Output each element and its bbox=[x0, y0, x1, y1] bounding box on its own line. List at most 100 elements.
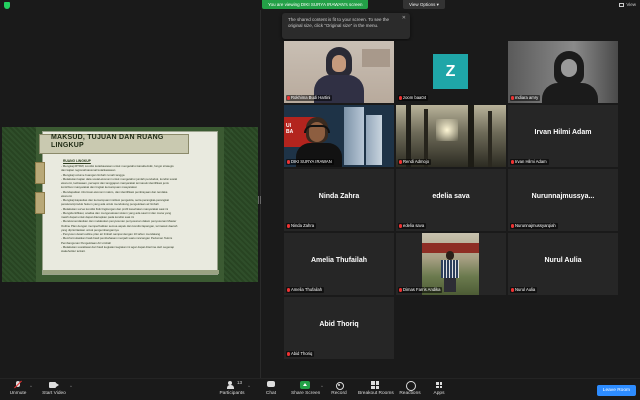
breakout-rooms-icon bbox=[369, 381, 381, 389]
participant-tile[interactable]: Abid Thoriq Abid Thoriq bbox=[284, 297, 394, 359]
video-feed bbox=[396, 105, 506, 167]
reactions-label: Reactions bbox=[399, 391, 421, 396]
muted-mic-icon bbox=[399, 95, 402, 100]
participant-name: DIKI SURYA IRAWAN bbox=[291, 159, 332, 164]
participants-icon: 13 bbox=[226, 380, 242, 389]
video-options-caret[interactable]: ^ bbox=[70, 384, 72, 389]
audio-options-caret[interactable]: ^ bbox=[30, 384, 32, 389]
start-video-button[interactable]: Start Video bbox=[40, 381, 68, 399]
slide-title: MAKSUD, TUJUAN DAN RUANG LINGKUP bbox=[51, 134, 164, 149]
unmute-button[interactable]: Unmute bbox=[6, 381, 30, 399]
participant-display-name: Abid Thoriq bbox=[319, 321, 359, 328]
apps-icon bbox=[433, 381, 445, 389]
slide-page: MAKSUD, TUJUAN DAN RUANG LINGKUP RUANG L… bbox=[35, 131, 219, 275]
participant-tile[interactable]: UI BA DIKI SURYA IRAWAN bbox=[284, 105, 394, 167]
participant-tile[interactable]: Rendi Admojo bbox=[396, 105, 506, 167]
slide-body: - Mengkaji RTRW, kondisi kota/kawasan un… bbox=[61, 164, 213, 253]
record-button[interactable]: Record bbox=[330, 381, 348, 399]
participant-name-label: Dimas Farris Andika bbox=[398, 287, 443, 293]
participant-name-label: DIKI SURYA IRAWAN bbox=[286, 159, 334, 165]
divider-grip-icon[interactable] bbox=[258, 196, 263, 204]
share-screen-button[interactable]: Share Screen bbox=[291, 381, 320, 399]
muted-mic-icon bbox=[399, 223, 402, 228]
participant-name: edelia sava bbox=[403, 223, 425, 228]
muted-mic-icon bbox=[287, 223, 290, 228]
slide-subtitle: RUANG LINGKUP bbox=[63, 159, 91, 163]
muted-mic-icon bbox=[511, 95, 514, 100]
reactions-icon bbox=[404, 381, 416, 391]
chat-button[interactable]: Chat bbox=[264, 381, 278, 399]
record-label: Record bbox=[331, 391, 347, 396]
slide-body-line: stakeholder terkait. bbox=[61, 249, 86, 253]
participant-tile[interactable]: Irvan Hilmi Adam Irvan Hilmi Adam bbox=[508, 105, 618, 167]
view-options-button[interactable]: View Options ▾ bbox=[403, 0, 445, 9]
participant-name: zoom baa04 bbox=[403, 95, 427, 100]
participant-name: Dimas Farris Andika bbox=[403, 287, 441, 292]
apps-label: Apps bbox=[433, 391, 445, 396]
participant-tile[interactable]: Dimas Farris Andika bbox=[396, 233, 506, 295]
meeting-toolbar: Unmute ^ Start Video ^ 13 Participants ^… bbox=[0, 378, 640, 400]
breakout-rooms-label: Breakout Rooms bbox=[358, 391, 394, 396]
participant-tile[interactable]: mdiara amry bbox=[508, 41, 618, 103]
leave-room-button[interactable]: Leave Room bbox=[596, 385, 636, 396]
participant-name-label: Rokhima Budi Hartini bbox=[286, 95, 333, 101]
share-options-caret[interactable]: ^ bbox=[321, 384, 323, 389]
grid-view-icon bbox=[619, 2, 625, 7]
muted-mic-icon bbox=[511, 223, 514, 228]
video-camera-icon bbox=[48, 381, 60, 389]
muted-mic-icon bbox=[287, 95, 290, 100]
participant-name: Ninda Zahra bbox=[291, 223, 315, 228]
tooltip-text: The shared content is fit to your screen… bbox=[288, 17, 389, 28]
chat-label: Chat bbox=[265, 391, 277, 396]
participant-tile[interactable]: Zzoom baa04 bbox=[396, 41, 506, 103]
participant-name-label: zoom baa04 bbox=[398, 95, 429, 101]
participants-button[interactable]: 13 Participants bbox=[218, 380, 246, 399]
participant-name-label: edelia sava bbox=[398, 223, 427, 229]
muted-mic-icon bbox=[287, 351, 290, 356]
breakout-rooms-button[interactable]: Breakout Rooms bbox=[358, 381, 394, 399]
participant-name-label: Irvan Hilmi Adam bbox=[510, 159, 549, 165]
video-feed: UI BA bbox=[284, 105, 394, 167]
participant-display-name: Nurunnajmussya... bbox=[531, 193, 595, 200]
participant-display-name: edelia sava bbox=[432, 193, 470, 200]
slide-side-tab bbox=[35, 192, 45, 214]
participant-display-name: Irvan Hilmi Adam bbox=[534, 129, 592, 136]
participant-name: Irvan Hilmi Adam bbox=[515, 159, 547, 164]
participant-name: Nurunnajmussyarqiah bbox=[515, 223, 556, 228]
shared-screen-area: MAKSUD, TUJUAN DAN RUANG LINGKUP RUANG L… bbox=[0, 10, 260, 378]
view-label: View bbox=[626, 2, 636, 7]
participant-tile[interactable]: Amelia Thufailah Amelia Thufailah bbox=[284, 233, 394, 295]
apps-button[interactable]: Apps bbox=[432, 381, 446, 399]
close-icon[interactable]: ✕ bbox=[402, 15, 406, 21]
share-screen-icon bbox=[300, 381, 310, 389]
participant-tile[interactable]: Ninda Zahra Ninda Zahra bbox=[284, 169, 394, 231]
participant-name: Rokhima Budi Hartini bbox=[291, 95, 331, 100]
participants-options-caret[interactable]: ^ bbox=[248, 384, 250, 389]
participant-tile[interactable]: Nurunnajmussya... Nurunnajmussyarqiah bbox=[508, 169, 618, 231]
video-feed: Z bbox=[396, 41, 506, 103]
start-video-label: Start Video bbox=[42, 391, 66, 396]
zoom-avatar: Z bbox=[433, 54, 468, 89]
participant-tile[interactable]: Nurul Aulia Nurul Aulia bbox=[508, 233, 618, 295]
view-button[interactable]: View bbox=[619, 2, 636, 7]
participant-name: Abid Thoriq bbox=[291, 351, 313, 356]
slide-side-tab bbox=[35, 162, 45, 184]
participant-name: Rendi Admojo bbox=[403, 159, 430, 164]
participant-tile[interactable]: edelia sava edelia sava bbox=[396, 169, 506, 231]
split-divider[interactable] bbox=[260, 10, 261, 378]
muted-mic-icon bbox=[399, 159, 402, 164]
muted-mic-icon bbox=[12, 381, 24, 389]
unmute-label: Unmute bbox=[9, 391, 27, 396]
participant-tile[interactable]: Rokhima Budi Hartini bbox=[284, 41, 394, 103]
security-shield-icon[interactable] bbox=[4, 2, 10, 9]
participants-count: 13 bbox=[237, 380, 243, 385]
participant-name-label: Abid Thoriq bbox=[286, 351, 315, 357]
zoom-meeting-window: You are viewing DIKI SURYA IRAWAN's scre… bbox=[0, 0, 640, 400]
slide-bottom-bar bbox=[43, 270, 219, 274]
participant-name-label: Ninda Zahra bbox=[286, 223, 317, 229]
participant-name-label: Nurul Aulia bbox=[510, 287, 538, 293]
participant-name: Nurul Aulia bbox=[515, 287, 536, 292]
reactions-button[interactable]: Reactions bbox=[399, 381, 421, 399]
shared-slide: MAKSUD, TUJUAN DAN RUANG LINGKUP RUANG L… bbox=[2, 127, 258, 282]
viewing-banner: You are viewing DIKI SURYA IRAWAN's scre… bbox=[262, 0, 369, 9]
